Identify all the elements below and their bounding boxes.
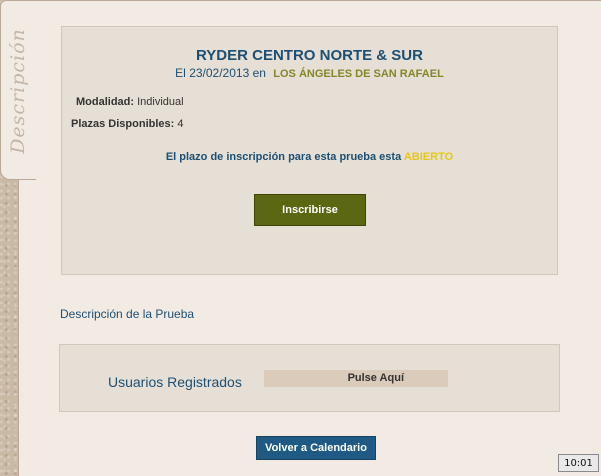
inscribirse-button[interactable]: Inscribirse xyxy=(254,194,366,226)
side-tab-label: Descripción xyxy=(7,28,29,154)
modalidad-row: Modalidad: Individual xyxy=(76,96,184,108)
status-text: El plazo de inscripción para esta prueba… xyxy=(165,151,402,163)
registered-users-box: Usuarios Registrados Pulse Aquí xyxy=(59,344,560,412)
status-badge: ABIERTO xyxy=(403,151,454,163)
volver-calendario-button[interactable]: Volver a Calendario xyxy=(256,436,376,460)
modalidad-value: Individual xyxy=(137,96,184,108)
event-place: LOS ÁNGELES DE SAN RAFAEL xyxy=(273,68,444,80)
clock-time: 10:01 xyxy=(558,454,599,472)
plazas-row: Plazas Disponibles: 4 xyxy=(71,118,184,130)
registered-users-label: Usuarios Registrados xyxy=(108,374,242,390)
pulse-aqui-link[interactable]: Pulse Aquí xyxy=(264,370,448,387)
plazas-value: 4 xyxy=(177,118,184,130)
pulse-aqui-label: Pulse Aquí xyxy=(347,372,404,384)
side-tab-descripcion[interactable]: Descripción xyxy=(0,0,36,180)
event-date-line: El 23/02/2013 en LOS ÁNGELES DE SAN RAFA… xyxy=(62,66,557,80)
modalidad-label: Modalidad: xyxy=(76,96,135,108)
event-summary-box: RYDER CENTRO NORTE & SUR El 23/02/2013 e… xyxy=(61,26,558,275)
event-title: RYDER CENTRO NORTE & SUR xyxy=(196,47,423,64)
registration-status-line: El plazo de inscripción para esta prueba… xyxy=(62,151,557,163)
plazas-label: Plazas Disponibles: xyxy=(71,118,175,130)
description-heading: Descripción de la Prueba xyxy=(60,307,195,321)
date-prefix: El xyxy=(175,66,186,80)
event-date: 23/02/2013 en xyxy=(189,66,266,80)
